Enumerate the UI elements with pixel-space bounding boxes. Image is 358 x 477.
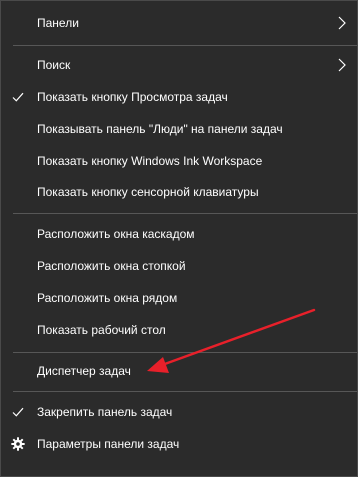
menu-separator [13, 352, 357, 353]
menu-item-label: Расположить окна рядом [37, 291, 178, 305]
menu-item-search[interactable]: Поиск [1, 50, 357, 80]
menu-item-side-by-side-windows[interactable]: Расположить окна рядом [1, 283, 357, 313]
menu-item-label: Расположить окна стопкой [37, 259, 186, 273]
menu-item-label: Параметры панели задач [37, 437, 180, 451]
menu-item-show-people-button[interactable]: Показывать панель "Люди" на панели задач [1, 114, 357, 144]
menu-item-show-task-view-button[interactable]: Показать кнопку Просмотра задач [1, 82, 357, 112]
gear-icon [11, 437, 25, 451]
menu-item-stack-windows[interactable]: Расположить окна стопкой [1, 251, 357, 281]
menu-item-taskbar-settings[interactable]: Параметры панели задач [1, 429, 357, 459]
menu-item-label: Закрепить панель задач [37, 405, 173, 419]
menu-item-label: Поиск [37, 58, 71, 72]
menu-item-label: Показывать панель "Люди" на панели задач [37, 122, 283, 136]
chevron-right-icon [338, 58, 346, 72]
menu-item-label: Показать кнопку Просмотра задач [37, 90, 228, 104]
chevron-right-icon [338, 16, 346, 30]
menu-item-label: Расположить окна каскадом [37, 227, 195, 241]
menu-item-label: Диспетчер задач [37, 364, 131, 378]
menu-item-show-desktop[interactable]: Показать рабочий стол [1, 315, 357, 345]
menu-item-lock-taskbar[interactable]: Закрепить панель задач [1, 397, 357, 427]
menu-separator [13, 391, 357, 392]
menu-item-label: Показать кнопку Windows Ink Workspace [37, 154, 263, 168]
menu-item-show-touch-keyboard-button[interactable]: Показать кнопку сенсорной клавиатуры [1, 177, 357, 207]
taskbar-context-menu: Панели Поиск Показать кнопку Просмотра з… [0, 0, 358, 477]
menu-separator [13, 213, 357, 214]
menu-separator [13, 45, 357, 46]
checkmark-icon [11, 405, 25, 419]
menu-item-label: Панели [37, 16, 79, 30]
menu-item-label: Показать кнопку сенсорной клавиатуры [37, 185, 259, 199]
menu-item-cascade-windows[interactable]: Расположить окна каскадом [1, 219, 357, 249]
menu-item-task-manager[interactable]: Диспетчер задач [1, 356, 357, 386]
checkmark-icon [11, 90, 25, 104]
menu-item-toolbars[interactable]: Панели [1, 8, 357, 38]
menu-item-show-ink-workspace-button[interactable]: Показать кнопку Windows Ink Workspace [1, 146, 357, 176]
menu-item-label: Показать рабочий стол [37, 323, 166, 337]
